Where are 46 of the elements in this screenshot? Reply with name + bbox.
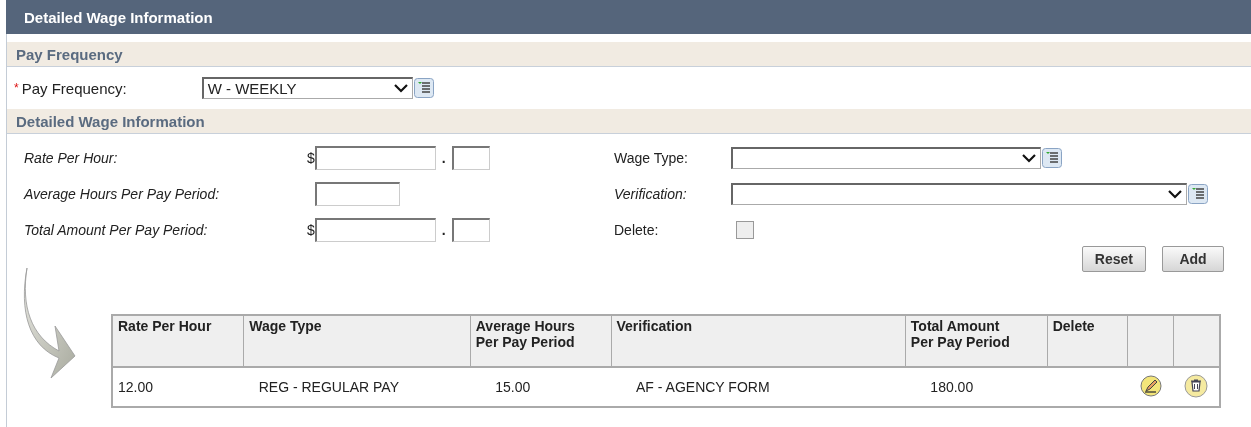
chevron-down-icon [393,84,408,93]
checkbox[interactable] [736,221,754,239]
field-label: Pay Frequency: [21,79,128,97]
hours-field[interactable] [315,182,400,206]
edit-icon[interactable] [1139,374,1162,397]
table-cell: 180.00 [905,367,1048,407]
dropdown-field[interactable] [731,147,1041,169]
column-header: Wage Type [243,315,471,367]
list-icon[interactable] [1188,184,1208,204]
column-header: Total Amount Per Pay Period [905,315,1048,367]
trash-icon[interactable] [1184,373,1209,398]
chevron-down-icon [1168,190,1182,199]
list-icon[interactable] [1042,148,1062,168]
dropdown-field[interactable]: W - WEEKLY [201,77,413,99]
action-button[interactable]: Reset [1081,246,1146,272]
field-label: Average Hours Per Pay Period: [24,186,220,202]
table-cell: 12.00 [112,367,244,407]
column-header: Verification [611,315,906,367]
currency-sign: $ [307,222,315,238]
action-button[interactable]: Add [1162,246,1224,272]
table-cell: REG - REGULAR PAY [243,367,471,407]
list-icon[interactable] [413,78,434,98]
table-cell: 15.00 [470,367,611,407]
amount-field[interactable] [314,146,436,170]
amount-field[interactable] [314,218,436,242]
field-label: Verification: [614,186,687,202]
decimal-point: . [441,150,446,166]
cents-field[interactable] [451,146,490,170]
page-title-bar: Detailed Wage Information [6,0,1251,34]
section-header: Detailed Wage Information [7,109,1251,134]
required-mark: * [14,81,19,95]
column-header: Average Hours Per Pay Period [470,315,611,367]
field-label: Wage Type: [614,150,688,166]
table-cell: AF - AGENCY FORM [611,367,906,407]
currency-sign: $ [307,150,315,166]
cents-field[interactable] [451,218,490,242]
dropdown-field[interactable] [731,183,1187,205]
curved-arrow-icon [21,266,77,381]
field-label: Delete: [614,222,659,238]
section-header: Pay Frequency [7,42,1251,67]
column-header: Rate Per Hour [112,315,244,367]
decimal-point: . [441,222,446,238]
field-label: Rate Per Hour: [24,150,118,166]
field-label: Total Amount Per Pay Period: [24,222,208,238]
chevron-down-icon [1022,154,1036,163]
column-header: Delete [1047,315,1128,367]
